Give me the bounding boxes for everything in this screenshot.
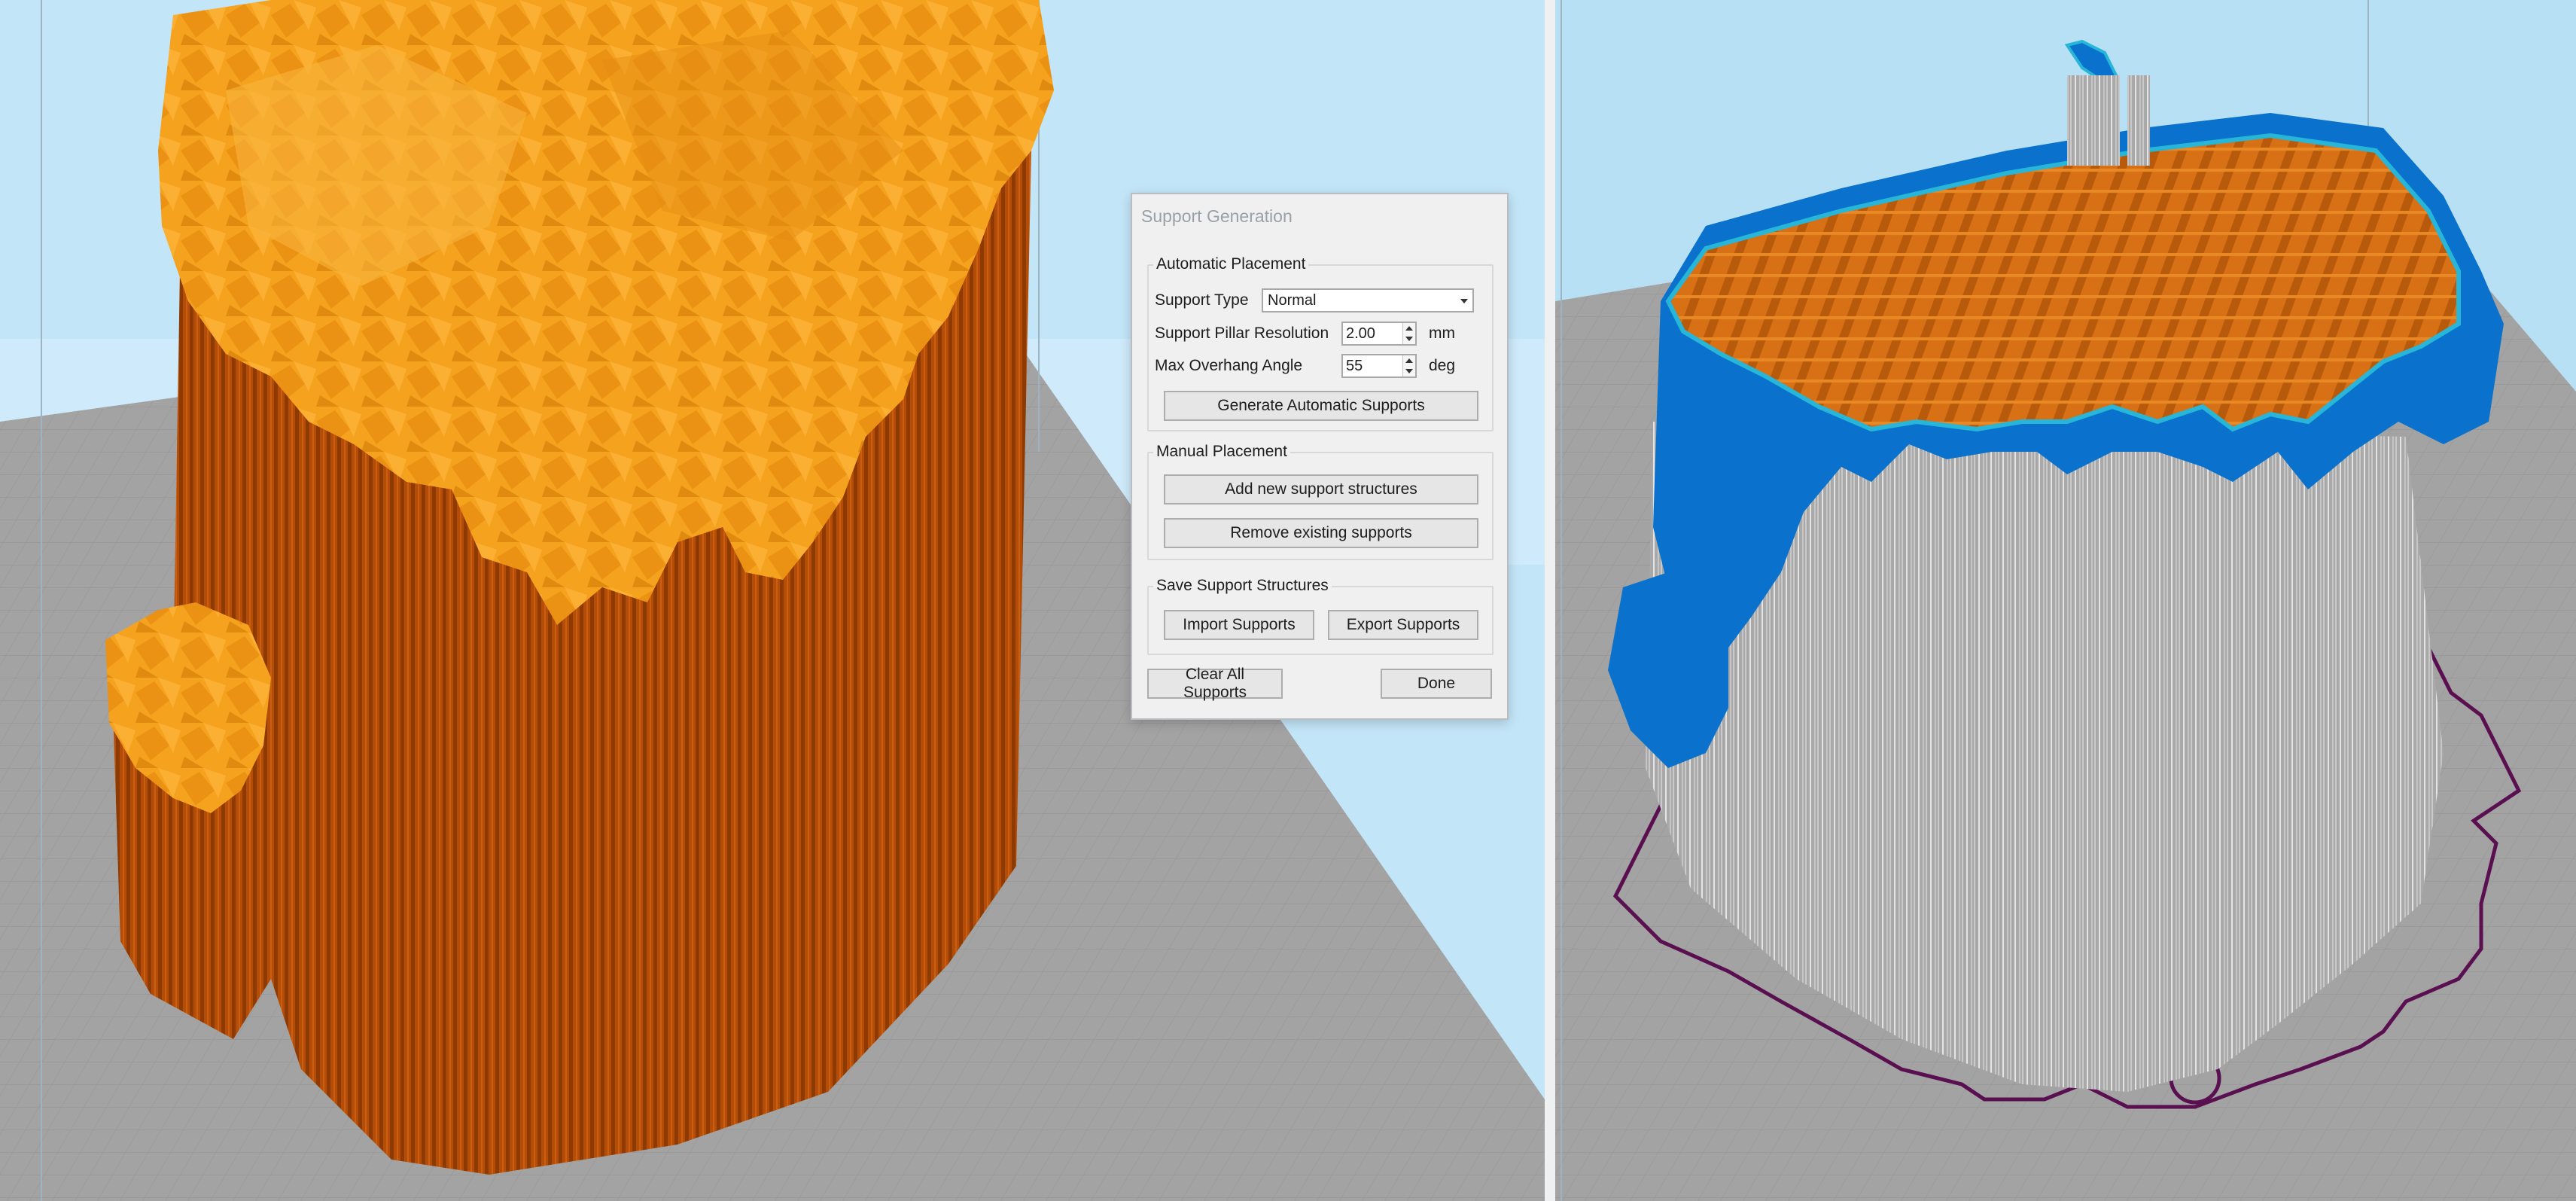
- support-type-value: Normal: [1268, 292, 1317, 309]
- pillar-resolution-value: 2.00: [1346, 325, 1375, 342]
- support-spike: [2067, 75, 2120, 166]
- save-support-structures-title: Save Support Structures: [1153, 577, 1332, 595]
- spin-up-icon[interactable]: [1405, 358, 1413, 363]
- support-spike: [2127, 75, 2150, 166]
- dialog-title: Support Generation: [1141, 206, 1293, 226]
- generate-automatic-supports-button[interactable]: Generate Automatic Supports: [1164, 391, 1478, 421]
- overhang-angle-stepper[interactable]: [1402, 355, 1415, 376]
- viewport-right[interactable]: [1555, 0, 2576, 1201]
- add-support-structures-button[interactable]: Add new support structures: [1164, 474, 1478, 504]
- overhang-angle-unit: deg: [1429, 357, 1456, 374]
- automatic-placement-group: Automatic Placement Support Type Normal …: [1147, 255, 1494, 431]
- automatic-placement-title: Automatic Placement: [1153, 255, 1309, 273]
- spin-down-icon[interactable]: [1405, 337, 1413, 341]
- overhang-angle-spinbox[interactable]: 55: [1341, 354, 1417, 378]
- overhang-angle-value: 55: [1346, 358, 1363, 374]
- support-type-select[interactable]: Normal: [1262, 288, 1474, 312]
- export-supports-button[interactable]: Export Supports: [1328, 610, 1478, 640]
- support-generation-dialog: Support Generation Automatic Placement S…: [1131, 193, 1509, 720]
- spin-down-icon[interactable]: [1405, 369, 1413, 373]
- view-divider: [1545, 0, 1555, 1201]
- clear-all-supports-button[interactable]: Clear All Supports: [1147, 666, 1283, 701]
- spin-up-icon[interactable]: [1405, 326, 1413, 331]
- support-type-label: Support Type: [1155, 291, 1249, 309]
- pillar-resolution-stepper[interactable]: [1402, 323, 1415, 344]
- remove-supports-button[interactable]: Remove existing supports: [1164, 518, 1478, 548]
- pillar-resolution-label: Support Pillar Resolution: [1155, 325, 1329, 342]
- pillar-resolution-spinbox[interactable]: 2.00: [1341, 322, 1417, 346]
- chevron-down-icon: [1460, 299, 1468, 303]
- overhang-angle-label: Max Overhang Angle: [1155, 357, 1303, 374]
- import-supports-button[interactable]: Import Supports: [1164, 610, 1314, 640]
- pillar-resolution-unit: mm: [1429, 325, 1455, 342]
- save-support-structures-group: Save Support Structures Import Supports …: [1147, 577, 1494, 655]
- manual-placement-title: Manual Placement: [1153, 443, 1290, 461]
- manual-placement-group: Manual Placement Add new support structu…: [1147, 443, 1494, 560]
- scene-right[interactable]: [1555, 0, 2576, 1201]
- done-button[interactable]: Done: [1381, 669, 1492, 699]
